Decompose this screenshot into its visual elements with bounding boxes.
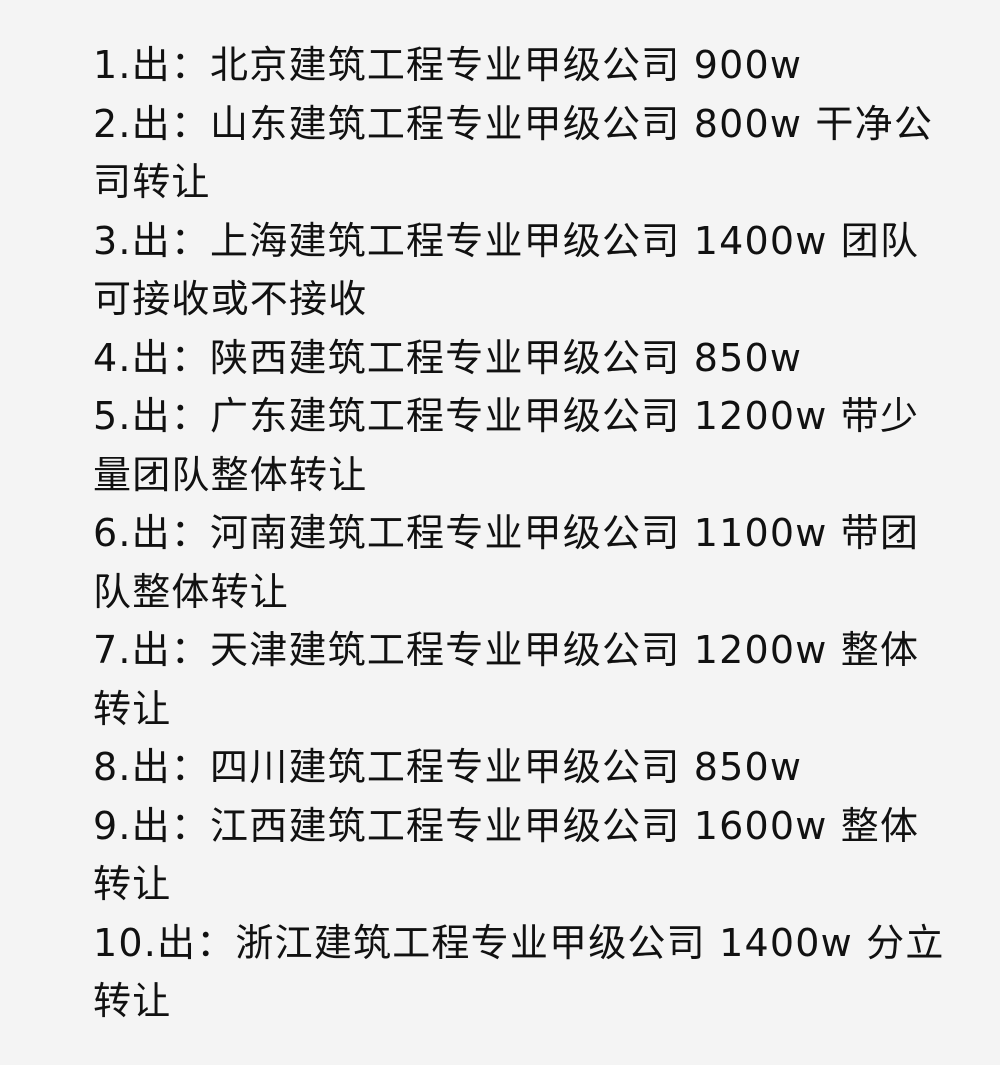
- listing-item-9: 9.出：江西建筑工程专业甲级公司 1600w 整体转让: [93, 803, 920, 907]
- listing-item-1: 1.出：北京建筑工程专业甲级公司 900w: [93, 43, 803, 87]
- listing-item-6: 6.出：河南建筑工程专业甲级公司 1100w 带团队整体转让: [93, 511, 920, 614]
- listing-item-3: 3.出：上海建筑工程专业甲级公司 1400w 团队可接收或不接收: [93, 218, 920, 322]
- listing-item-4: 4.出：陕西建筑工程专业甲级公司 850w: [93, 335, 803, 380]
- listing-document: 1.出：北京建筑工程专业甲级公司 900w 2.出：山东建筑工程专业甲级公司 8…: [0, 0, 1000, 1065]
- listing-item-10: 10.出：浙江建筑工程专业甲级公司 1400w 分立转让: [93, 920, 945, 1024]
- listing-item-7: 7.出：天津建筑工程专业甲级公司 1200w 整体转让: [93, 628, 920, 731]
- listing-item-2: 2.出：山东建筑工程专业甲级公司 800w 干净公司转让: [93, 101, 934, 205]
- listing-item-5: 5.出：广东建筑工程专业甲级公司 1200w 带少量团队整体转让: [93, 394, 920, 497]
- listing-item-8: 8.出：四川建筑工程专业甲级公司 850w: [93, 745, 803, 789]
- cut-off-top-text: [93, 0, 153, 4]
